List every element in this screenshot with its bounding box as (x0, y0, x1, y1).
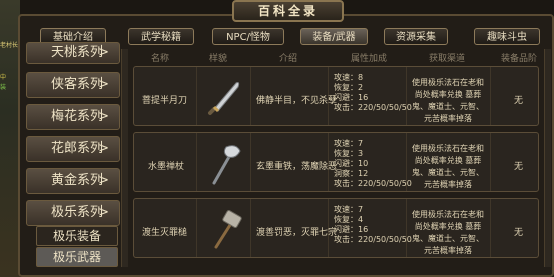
attribute-line: 洞察：12 (334, 169, 369, 178)
sidebar-item-tiantao[interactable]: 天桃系列 > (26, 42, 120, 64)
sidebar-item-label: 极乐系列 (51, 205, 104, 220)
staff-icon (212, 145, 241, 185)
sidebar-item-label: 梅花系列 (51, 109, 104, 124)
tab-resource-gathering[interactable]: 资源采集 (384, 28, 448, 45)
item-description: 佛静半目，不见杀孽 (256, 96, 338, 106)
sidebar-subitem-jile-weapon[interactable]: 极乐武器 (36, 247, 118, 267)
chevron-right-icon: > (98, 109, 109, 124)
chevron-right-icon: > (98, 45, 109, 60)
item-description: 渡善罚恶，灭罪七宗 (256, 228, 338, 238)
cell-divider (196, 67, 197, 125)
item-source: 使用极乐法石在老和尚处概率兑换 墓葬鬼、魔道士、元智、元苦概率掉落 (412, 144, 484, 189)
attribute-line: 闪避：16 (334, 93, 369, 102)
column-header: 介绍 (279, 54, 298, 64)
tab-npc-monster[interactable]: NPC/怪物 (212, 28, 284, 45)
cell-divider (196, 199, 197, 257)
attribute-line: 闪避：16 (334, 225, 369, 234)
table-header: 名称 样貌 介绍 属性加成 获取渠道 装备品阶 (129, 49, 542, 64)
sidebar-item-hualang[interactable]: 花郎系列 > (26, 136, 120, 162)
sidebar-item-label: 黄金系列 (51, 173, 104, 188)
edge-text: 装 (0, 84, 7, 91)
tab-martial-arts[interactable]: 武学秘籍 (128, 28, 194, 45)
window-title: 百科全录 (232, 0, 344, 22)
edge-text: 中 (0, 74, 7, 81)
saber-icon (208, 82, 240, 115)
attribute-line: 恢复：3 (334, 149, 364, 158)
cell-divider (250, 67, 251, 125)
column-header: 样貌 (209, 54, 228, 64)
chevron-right-icon: > (98, 173, 109, 188)
attribute-line: 攻速：7 (334, 139, 364, 148)
chevron-right-icon: > (98, 205, 109, 220)
sidebar-scrollbar[interactable] (121, 49, 128, 267)
item-grade: 无 (514, 96, 524, 106)
cell-divider (196, 133, 197, 191)
attribute-line: 攻击：220/50/50/50 (334, 235, 412, 244)
item-attributes: 攻速：7 恢复：3 闪避：10 洞察：12 攻击：220/50/50/50 (334, 139, 412, 189)
item-table: 名称 样貌 介绍 属性加成 获取渠道 装备品阶 菩提半月刀 佛静半目，不见杀孽 … (129, 49, 542, 269)
table-scrollbar[interactable] (544, 49, 551, 267)
sidebar-item-jile[interactable]: 极乐系列 > (26, 200, 120, 226)
item-description: 玄墨重铁，荡魔除恶 (256, 162, 338, 172)
sidebar-item-xiake[interactable]: 侠客系列 > (26, 72, 120, 98)
item-name: 渡生灭罪槌 (142, 228, 188, 238)
cell-divider (490, 67, 491, 125)
table-row[interactable]: 渡生灭罪槌 渡善罚恶，灭罪七宗 攻速：7 恢复：4 闪避：16 攻击：220/5… (133, 198, 539, 258)
sidebar: 天桃系列 > 侠客系列 > 梅花系列 > 花郎系列 > 黄金系列 > 极乐系列 … (26, 42, 122, 270)
tab-bug-fighting[interactable]: 趣味斗虫 (474, 28, 540, 45)
attribute-line: 攻击：220/50/50/50 (334, 179, 412, 188)
attribute-line: 恢复：4 (334, 215, 364, 224)
item-attributes: 攻速：8 恢复：2 闪避：16 攻击：220/50/50/50 (334, 73, 412, 113)
sidebar-item-label: 天桃系列 (51, 45, 104, 60)
item-attributes: 攻速：7 恢复：4 闪避：16 攻击：220/50/50/50 (334, 205, 412, 245)
column-header: 获取渠道 (429, 54, 466, 64)
table-row[interactable]: 菩提半月刀 佛静半目，不见杀孽 攻速：8 恢复：2 闪避：16 攻击：220/5… (133, 66, 539, 126)
cell-divider (490, 133, 491, 191)
item-name: 菩提半月刀 (142, 96, 188, 106)
attribute-line: 闪避：10 (334, 159, 369, 168)
chevron-right-icon: > (98, 141, 109, 156)
edge-text: 老村长 (0, 42, 19, 49)
attribute-line: 攻速：8 (334, 73, 364, 82)
cell-divider (250, 199, 251, 257)
game-world-edge: 老村长 中 装 (0, 0, 20, 277)
item-grade: 无 (514, 162, 524, 172)
chevron-right-icon: > (98, 77, 109, 92)
sidebar-item-huangjin[interactable]: 黄金系列 > (26, 168, 120, 194)
attribute-line: 攻速：7 (334, 205, 364, 214)
item-name: 水墨禅杖 (148, 162, 185, 172)
item-source: 使用极乐法石在老和尚处概率兑换 墓葬鬼、魔道士、元智、元苦概率掉落 (412, 210, 484, 255)
item-source: 使用极乐法石在老和尚处概率兑换 墓葬鬼、魔道士、元智、元苦概率掉落 (412, 78, 484, 123)
attribute-line: 恢复：2 (334, 83, 364, 92)
column-header: 属性加成 (351, 54, 388, 64)
column-header: 名称 (151, 54, 170, 64)
item-grade: 无 (514, 228, 524, 238)
hammer-icon (214, 210, 242, 249)
cell-divider (490, 199, 491, 257)
attribute-line: 攻击：220/50/50/50 (334, 103, 412, 112)
sidebar-subitem-jile-equipment[interactable]: 极乐装备 (36, 226, 118, 246)
cell-divider (250, 133, 251, 191)
sidebar-item-label: 花郎系列 (51, 141, 104, 156)
tab-equipment-weapon[interactable]: 装备/武器 (300, 28, 368, 45)
table-row[interactable]: 水墨禅杖 玄墨重铁，荡魔除恶 攻速：7 恢复：3 闪避：10 洞察：12 攻击：… (133, 132, 539, 192)
column-header: 装备品阶 (501, 54, 538, 64)
sidebar-item-meihua[interactable]: 梅花系列 > (26, 104, 120, 130)
sidebar-item-label: 侠客系列 (51, 77, 104, 92)
